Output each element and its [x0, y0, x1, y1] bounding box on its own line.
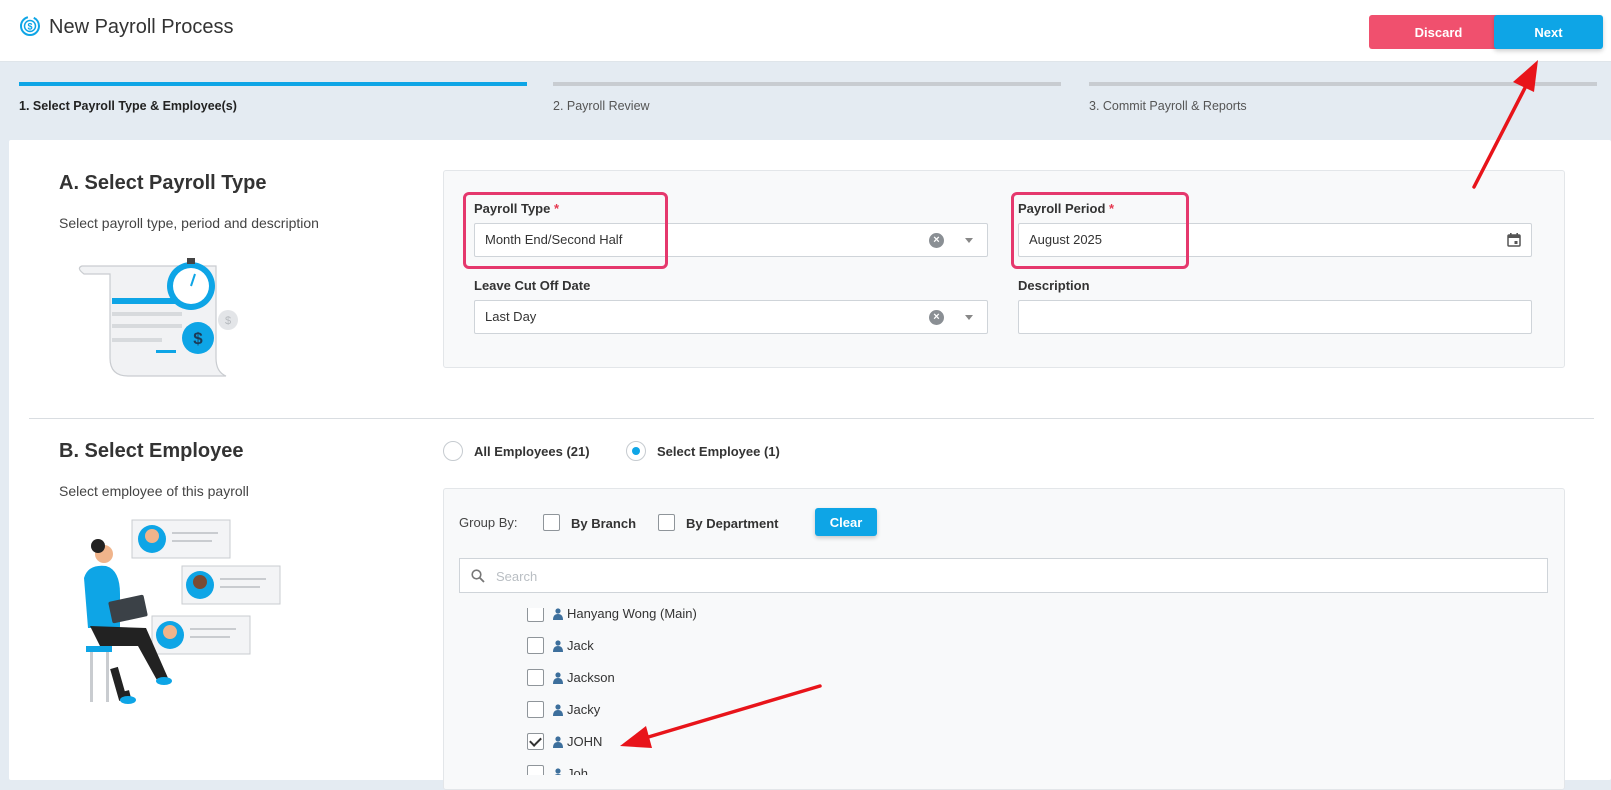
payroll-period-highlight: [1011, 192, 1189, 269]
leave-cutoff-value: Last Day: [485, 309, 537, 324]
chevron-down-icon[interactable]: [965, 238, 973, 243]
leave-cutoff-select[interactable]: Last Day ×: [474, 300, 988, 334]
header-bar: $ New Payroll Process Discard Next: [0, 0, 1611, 62]
chevron-down-icon[interactable]: [965, 315, 973, 320]
section-a-subtitle: Select payroll type, period and descript…: [59, 215, 319, 231]
payroll-type-highlight: [463, 192, 668, 269]
search-icon: [471, 569, 485, 583]
calendar-icon[interactable]: [1507, 233, 1521, 247]
step-label: 1. Select Payroll Type & Employee(s): [19, 99, 237, 113]
svg-text:$: $: [193, 329, 203, 348]
employee-checkbox[interactable]: [527, 637, 544, 654]
employee-checkbox[interactable]: [527, 669, 544, 686]
employee-checkbox[interactable]: [527, 765, 544, 775]
person-icon: [553, 704, 563, 716]
all-employees-label[interactable]: All Employees (21): [474, 444, 590, 459]
svg-text:$: $: [27, 22, 32, 32]
next-button[interactable]: Next: [1494, 15, 1603, 49]
step-2[interactable]: 2. Payroll Review: [553, 82, 1061, 113]
employee-checkbox[interactable]: [527, 733, 544, 750]
step-progress-bar: [553, 82, 1061, 86]
svg-text:$: $: [225, 315, 231, 327]
section-a-title: A. Select Payroll Type: [59, 172, 267, 194]
employee-name: Jack: [567, 638, 594, 653]
section-b-subtitle: Select employee of this payroll: [59, 483, 249, 499]
description-label: Description: [1018, 278, 1090, 293]
by-branch-checkbox[interactable]: [543, 514, 560, 531]
person-icon: [553, 640, 563, 652]
select-employee-radio[interactable]: [626, 441, 646, 461]
person-icon: [553, 672, 563, 684]
employee-name: Joh: [567, 766, 588, 775]
clear-icon[interactable]: ×: [929, 233, 944, 248]
step-progress-bar: [1089, 82, 1597, 86]
by-department-label[interactable]: By Department: [686, 516, 778, 531]
step-label: 2. Payroll Review: [553, 99, 650, 113]
person-icon: [553, 608, 563, 620]
by-branch-label[interactable]: By Branch: [571, 516, 636, 531]
page-title: New Payroll Process: [49, 16, 234, 38]
group-by-label: Group By:: [459, 515, 518, 530]
select-employee-label[interactable]: Select Employee (1): [657, 444, 780, 459]
search-input[interactable]: [494, 565, 1538, 587]
by-department-checkbox[interactable]: [658, 514, 675, 531]
description-field[interactable]: [1018, 300, 1532, 334]
employee-checkbox[interactable]: [527, 701, 544, 718]
discard-button[interactable]: Discard: [1369, 15, 1508, 49]
employee-checkbox[interactable]: [527, 608, 544, 622]
section-divider: [29, 418, 1594, 419]
employee-name: Jacky: [567, 702, 601, 717]
employee-name: Jackson: [567, 670, 615, 685]
leave-cutoff-label: Leave Cut Off Date: [474, 278, 591, 293]
employee-name: JOHN: [567, 734, 603, 749]
employee-list: Hanyang Wong (Main) Jack Jackson Jacky J…: [459, 608, 1559, 775]
clear-icon[interactable]: ×: [929, 310, 944, 325]
step-1[interactable]: 1. Select Payroll Type & Employee(s): [19, 82, 527, 113]
employee-illustration-icon: [84, 519, 281, 704]
payroll-logo-icon: $: [20, 16, 40, 36]
person-icon: [554, 768, 562, 775]
employee-name: Hanyang Wong (Main): [567, 608, 697, 621]
payroll-illustration-icon: $ $: [78, 258, 238, 377]
person-icon: [553, 736, 563, 748]
employee-search[interactable]: [459, 558, 1548, 593]
step-progress-bar: [19, 82, 527, 86]
all-employees-radio[interactable]: [443, 441, 463, 461]
section-b-title: B. Select Employee: [59, 440, 244, 462]
step-3[interactable]: 3. Commit Payroll & Reports: [1089, 82, 1597, 113]
step-label: 3. Commit Payroll & Reports: [1089, 99, 1247, 113]
clear-button[interactable]: Clear: [815, 508, 877, 536]
